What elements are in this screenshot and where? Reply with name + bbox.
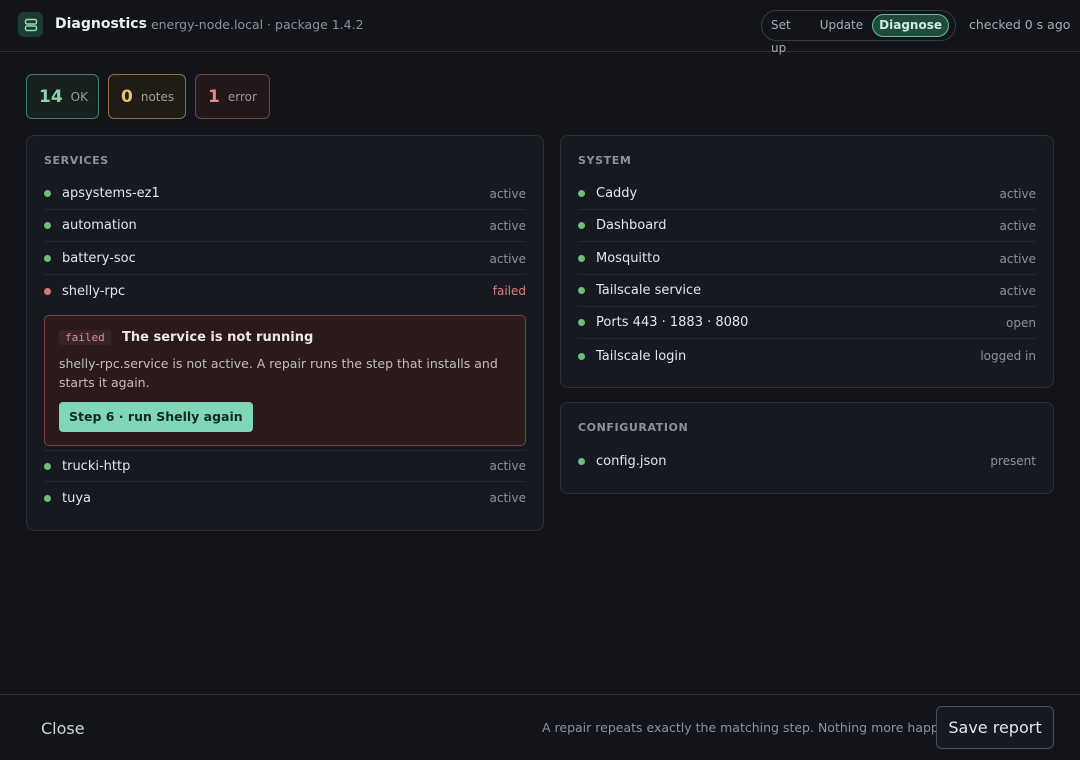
service-name: apsystems-ez1 <box>62 186 160 201</box>
service-status: active <box>489 218 526 233</box>
status-dot <box>578 222 585 229</box>
service-name: shelly-rpc <box>62 283 126 299</box>
mode-set-up-button[interactable]: Set up <box>765 14 811 55</box>
config-name: config.json <box>596 453 667 469</box>
last-checked: checked 0 s ago <box>969 17 1071 32</box>
service-row: tuya active <box>44 482 526 514</box>
service-status-failed: failed <box>492 284 526 298</box>
system-status: active <box>999 186 1036 201</box>
system-row: Ports 443 · 1883 · 8080 open <box>578 307 1036 339</box>
service-row: automation active <box>44 210 526 242</box>
page-title: Diagnostics <box>55 16 147 32</box>
system-row: Tailscale service active <box>578 275 1036 307</box>
system-row: Mosquitto active <box>578 243 1036 275</box>
status-dot <box>578 287 585 294</box>
system-name: Tailscale service <box>596 283 702 298</box>
close-button[interactable]: Close <box>41 719 85 738</box>
status-dot <box>578 190 585 197</box>
service-row-failed: shelly-rpc failed <box>44 275 526 307</box>
system-status: active <box>999 251 1036 266</box>
system-name: Tailscale login <box>596 348 687 364</box>
error-count-badge: 1 error <box>195 74 270 119</box>
service-row: apsystems-ez1 active <box>44 178 526 210</box>
error-description: shelly-rpc.service is not active. A repa… <box>59 356 498 390</box>
notes-count: 0 <box>121 86 133 107</box>
ok-label: OK <box>70 89 88 104</box>
config-row: config.json present <box>578 445 1036 477</box>
error-tag: failed <box>59 330 111 345</box>
error-title: The service is not running <box>122 330 314 345</box>
status-dot <box>44 190 51 197</box>
footer-note: A repair repeats exactly the matching st… <box>542 720 965 735</box>
repair-step-button[interactable]: Step 6 · run Shelly again <box>59 402 253 432</box>
system-status: open <box>1006 315 1036 330</box>
system-panel: SYSTEM Caddy active Dashboard active Mos… <box>560 135 1054 388</box>
service-name: automation <box>62 218 137 233</box>
error-count: 1 <box>208 86 220 107</box>
service-row: trucki-http active <box>44 450 526 482</box>
save-report-button[interactable]: Save report <box>936 706 1054 749</box>
service-name: tuya <box>62 490 91 506</box>
system-status: active <box>999 218 1036 233</box>
system-name: Dashboard <box>596 218 667 233</box>
service-status: active <box>489 251 526 266</box>
status-dot <box>44 255 51 262</box>
notes-label: notes <box>140 89 175 104</box>
service-status: active <box>489 491 526 505</box>
system-row: Dashboard active <box>578 210 1036 242</box>
footer: Close A repair repeats exactly the match… <box>0 694 1080 760</box>
service-status: active <box>489 186 526 201</box>
status-dot <box>578 457 585 465</box>
system-name: Ports 443 · 1883 · 8080 <box>596 315 749 330</box>
system-status: active <box>999 283 1036 298</box>
mode-diagnose-button[interactable]: Diagnose <box>872 14 949 37</box>
system-row: Tailscale login logged in <box>578 340 1036 372</box>
service-row: battery-soc active <box>44 243 526 275</box>
mode-switch: Set up Update Diagnose <box>761 10 956 55</box>
status-dot <box>44 462 51 470</box>
configuration-panel: CONFIGURATION config.json present <box>560 402 1054 494</box>
system-title: SYSTEM <box>578 154 632 167</box>
system-name: Caddy <box>596 186 638 201</box>
service-error-box: failed The service is not running shelly… <box>44 315 526 446</box>
server-icon <box>18 12 43 37</box>
status-dot <box>578 255 585 262</box>
status-dot <box>44 494 51 502</box>
services-title: SERVICES <box>44 154 109 167</box>
configuration-title: CONFIGURATION <box>578 421 689 434</box>
mode-update-button[interactable]: Update <box>814 14 869 37</box>
error-label: error <box>227 89 257 104</box>
services-panel: SERVICES apsystems-ez1 active automation… <box>26 135 544 531</box>
service-name: trucki-http <box>62 458 131 474</box>
notes-count-badge: 0 notes <box>108 74 186 119</box>
system-name: Mosquitto <box>596 251 661 266</box>
system-row: Caddy active <box>578 178 1036 210</box>
status-dot <box>578 352 585 360</box>
status-dot <box>44 222 51 229</box>
config-status: present <box>990 454 1036 468</box>
ok-count: 14 <box>39 86 63 107</box>
service-status: active <box>489 459 526 473</box>
status-dot <box>578 319 585 326</box>
top-bar: Diagnostics · energy-node.local · packag… <box>0 0 1080 55</box>
system-status: logged in <box>980 349 1036 363</box>
page-subtitle: · energy-node.local · package 1.4.2 <box>143 17 364 32</box>
status-dot-failed <box>44 287 51 295</box>
service-name: battery-soc <box>62 251 136 266</box>
ok-count-badge: 14 OK <box>26 74 99 119</box>
